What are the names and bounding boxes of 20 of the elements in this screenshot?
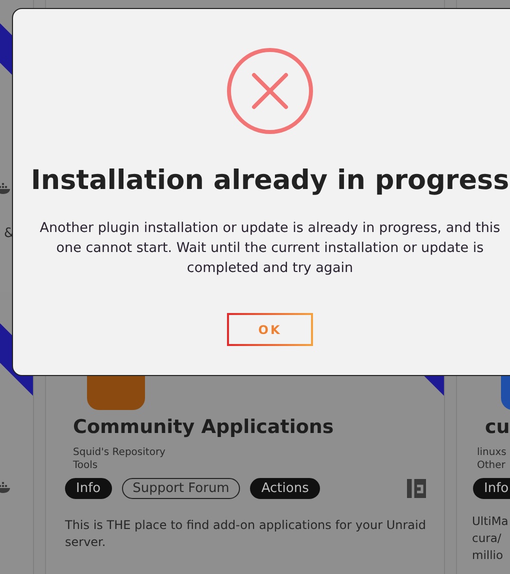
app-title: cu	[485, 416, 510, 438]
app-description: UltiMa	[472, 513, 510, 530]
category-name: Tools	[73, 459, 99, 472]
action-button[interactable]: Info	[65, 478, 112, 499]
app-description: cura/	[472, 530, 502, 547]
action-button[interactable]: Info	[473, 478, 510, 499]
category-name: Other	[477, 459, 506, 472]
plugin-icon	[407, 479, 426, 498]
docker-icon	[0, 183, 12, 195]
repository-name: Squid's Repository	[73, 446, 166, 459]
app-description: millio	[472, 547, 504, 564]
support-link[interactable]: Support Forum	[122, 478, 240, 499]
docker-icon	[0, 482, 12, 494]
app-title: Community Applications	[73, 416, 335, 438]
app-description: This is THE place to find add-on applications for your Unraid server.	[65, 517, 427, 551]
error-icon	[226, 47, 314, 135]
repository-name: linuxs	[477, 446, 508, 459]
dialog-message: Another plugin installation or update is already in progress, and this one cannot start. Wait until the current installation or update is completed and try again	[38, 219, 502, 278]
action-button[interactable]: Actions	[250, 478, 320, 499]
dialog-title: Installation already in progress	[30, 165, 510, 196]
